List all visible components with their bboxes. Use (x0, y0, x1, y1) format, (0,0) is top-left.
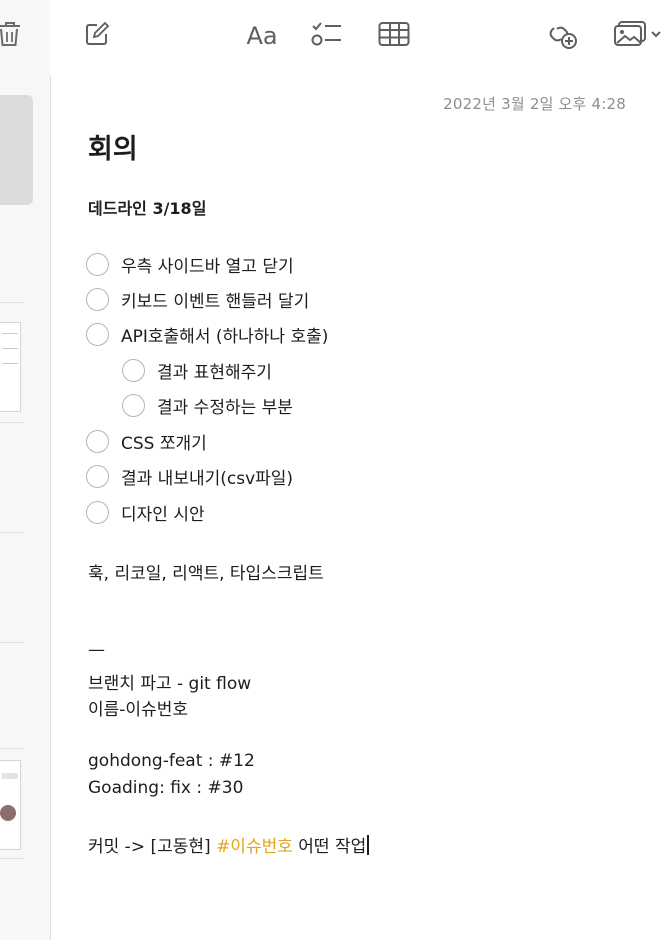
note-subtitle[interactable]: 데드라인 3/18일 (88, 195, 206, 219)
format-button[interactable]: Aa (242, 18, 282, 54)
checkbox-circle[interactable] (86, 430, 109, 453)
checkbox-circle[interactable] (86, 465, 109, 488)
commit-rule-line[interactable]: 커밋 -> [고동현] #이슈번호 어떤 작업 (88, 832, 369, 857)
note-thumbnail[interactable] (0, 760, 21, 850)
note-editor[interactable]: 2022년 3월 2일 오후 4:28 회의 데드라인 3/18일 우측 사이드… (50, 75, 666, 940)
commit-suffix: 어떤 작업 (292, 837, 367, 857)
media-icon (612, 20, 662, 52)
checklist-label: 디자인 시안 (121, 505, 205, 525)
name-rule-line[interactable]: 이름-이슈번호 (88, 695, 188, 720)
checklist-button[interactable] (308, 18, 346, 54)
table-button[interactable] (376, 18, 412, 54)
note-title[interactable]: 회의 (88, 127, 138, 166)
checkbox-circle[interactable] (122, 359, 145, 382)
checklist-item[interactable]: 키보드 이벤트 핸들러 달기 (86, 287, 309, 312)
checkbox-circle[interactable] (86, 323, 109, 346)
list-divider (0, 422, 24, 423)
note-thumbnail[interactable] (0, 322, 21, 412)
format-label: Aa (246, 22, 278, 50)
checklist-item[interactable]: 결과 수정하는 부분 (122, 393, 293, 418)
checkbox-circle[interactable] (86, 501, 109, 524)
checklist-item[interactable]: 결과 표현해주기 (122, 358, 272, 383)
checkbox-circle[interactable] (86, 253, 109, 276)
example-line-2[interactable]: Goading: fix : #30 (88, 778, 243, 798)
tech-stack-line[interactable]: 훅, 리코일, 리액트, 타입스크립트 (88, 559, 324, 584)
checklist-label: 우측 사이드바 열고 닫기 (121, 257, 294, 277)
table-icon (378, 21, 410, 51)
separator-dash[interactable]: — (88, 640, 105, 660)
checkbox-circle[interactable] (86, 288, 109, 311)
list-divider (0, 858, 24, 859)
checklist-item[interactable]: 디자인 시안 (86, 500, 205, 525)
text-cursor (367, 835, 369, 855)
issue-tag[interactable]: #이슈번호 (216, 837, 293, 857)
notes-list-sidebar (0, 0, 51, 940)
checklist-item[interactable]: 결과 내보내기(csv파일) (86, 464, 293, 489)
checklist-label: 키보드 이벤트 핸들러 달기 (121, 292, 310, 312)
branch-line[interactable]: 브랜치 파고 - git flow (88, 669, 251, 694)
checklist-label: CSS 쪼개기 (121, 434, 207, 454)
list-divider (0, 642, 24, 643)
checklist-label: 결과 표현해주기 (157, 363, 272, 383)
checklist-item[interactable]: 우측 사이드바 열고 닫기 (86, 252, 294, 277)
list-divider (0, 302, 24, 303)
commit-prefix: 커밋 -> [고동현] (88, 837, 217, 857)
checkbox-circle[interactable] (122, 394, 145, 417)
checklist-label: 결과 수정하는 부분 (157, 398, 293, 418)
compose-icon (84, 21, 110, 51)
note-date: 2022년 3월 2일 오후 4:28 (443, 95, 626, 113)
checklist-item[interactable]: CSS 쪼개기 (86, 429, 207, 454)
example-line-1[interactable]: gohdong-feat : #12 (88, 751, 255, 771)
checklist-label: API호출해서 (하나하나 호출) (121, 327, 329, 347)
selected-note-card[interactable] (0, 95, 33, 205)
collaborate-button[interactable] (542, 18, 582, 54)
toolbar: Aa (50, 0, 666, 75)
compose-button[interactable] (80, 18, 114, 54)
list-divider (0, 532, 24, 533)
checklist-icon (311, 20, 343, 52)
media-button[interactable] (612, 18, 664, 54)
checklist-item[interactable]: API호출해서 (하나하나 호출) (86, 322, 328, 347)
collaborate-icon (545, 19, 579, 53)
trash-icon[interactable] (0, 20, 22, 50)
list-divider (0, 748, 24, 749)
checklist-label: 결과 내보내기(csv파일) (121, 469, 294, 489)
